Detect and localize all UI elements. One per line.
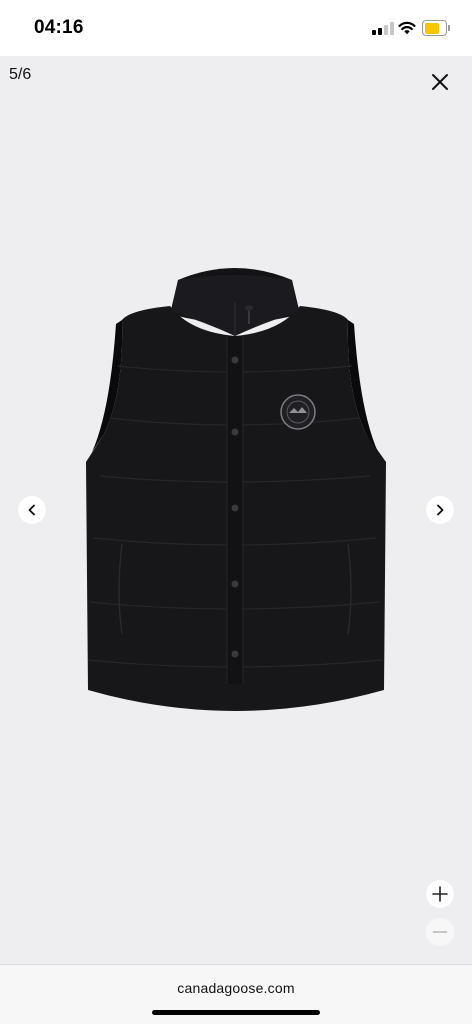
status-bar: 04:16: [0, 0, 472, 56]
minus-icon: [432, 931, 448, 933]
home-indicator[interactable]: [152, 1010, 320, 1015]
product-image: [86, 268, 386, 711]
domain-label[interactable]: canadagoose.com: [0, 980, 472, 996]
previous-image-button[interactable]: [18, 496, 46, 524]
image-counter: 5/6: [9, 66, 32, 83]
status-time: 04:16: [34, 17, 84, 38]
browser-address-bar[interactable]: canadagoose.com: [0, 964, 472, 1024]
zoom-out-button[interactable]: [426, 918, 454, 946]
cellular-signal-icon: [372, 22, 394, 35]
next-image-button[interactable]: [426, 496, 454, 524]
chevron-right-icon: [437, 504, 444, 516]
plus-icon: [432, 886, 448, 902]
zoom-in-button[interactable]: [426, 880, 454, 908]
chevron-left-icon: [28, 504, 35, 516]
close-icon: [432, 74, 448, 90]
image-viewer: 5/6: [0, 56, 472, 964]
wifi-icon: [398, 21, 416, 35]
close-button[interactable]: [426, 68, 454, 96]
battery-icon: [422, 20, 450, 36]
